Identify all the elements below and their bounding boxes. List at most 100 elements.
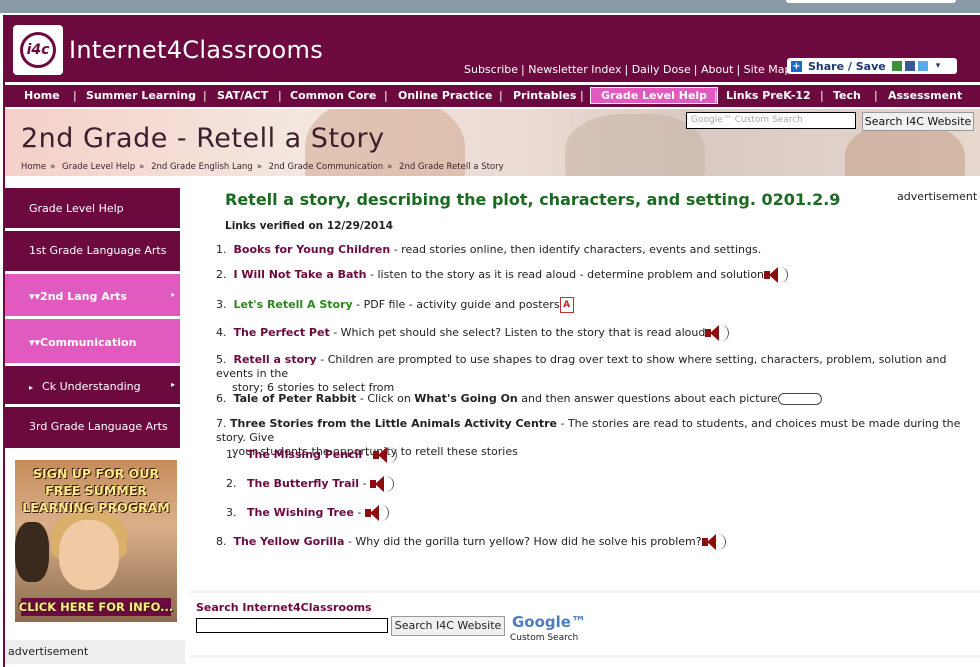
- custom-search-input[interactable]: Google™ Custom Search: [686, 112, 856, 129]
- site-name: Internet4Classrooms: [69, 36, 323, 64]
- subscribe-link[interactable]: Subscribe: [464, 63, 518, 76]
- sidebar-item-label: 2nd Lang Arts: [40, 290, 127, 303]
- ad-line: LEARNING PROGRAM: [22, 500, 170, 515]
- search-button[interactable]: Search I4C Website: [862, 112, 974, 131]
- sidebar-item-3rd-grade[interactable]: 3rd Grade Language Arts: [5, 407, 180, 448]
- nav-tech[interactable]: Tech: [833, 89, 861, 102]
- sidebar: Grade Level Help 1st Grade Language Arts…: [5, 188, 180, 451]
- resource-link[interactable]: Tale of Peter Rabbit: [234, 392, 357, 405]
- list-item: 4. The Perfect Pet - Which pet should sh…: [216, 324, 730, 342]
- sidebar-item-label: 3rd Grade Language Arts: [29, 420, 168, 433]
- daily-dose-link[interactable]: Daily Dose: [632, 63, 691, 76]
- page-title: 2nd Grade - Retell a Story: [21, 123, 385, 154]
- sidebar-item-label: Grade Level Help: [29, 202, 124, 215]
- breadcrumb-sep: »: [139, 162, 145, 172]
- google-logo: Google™: [512, 613, 586, 631]
- top-strip-tab: [786, 0, 956, 3]
- breadcrumb-sep: »: [50, 162, 56, 172]
- sidebar-item-2nd-lang-arts[interactable]: ▾▾2nd Lang Arts ▸: [5, 274, 180, 316]
- content-heading: Retell a story, describing the plot, cha…: [225, 190, 841, 209]
- ad-cta: CLICK HERE FOR INFO...: [18, 600, 174, 614]
- expand-icon: ▾▾: [29, 290, 41, 303]
- nav-links-prek-12[interactable]: Links PreK-12: [726, 89, 811, 102]
- left-advertisement: advertisement: [5, 640, 185, 664]
- breadcrumb-grade-level-help[interactable]: Grade Level Help: [62, 162, 135, 172]
- nav-grade-level-help[interactable]: Grade Level Help: [590, 87, 719, 104]
- nav-summer-learning[interactable]: Summer Learning: [86, 89, 196, 102]
- nav-home[interactable]: Home: [24, 89, 60, 102]
- plus-icon: +: [791, 60, 802, 72]
- page-banner: 2nd Grade - Retell a Story Home » Grade L…: [5, 109, 980, 176]
- story-link[interactable]: The Butterfly Trail: [247, 477, 359, 490]
- sidebar-item-ck-understanding[interactable]: ▸ Ck Understanding ▸: [5, 366, 180, 404]
- list-item: 2. I Will Not Take a Bath - listen to th…: [216, 266, 789, 284]
- nav-common-core[interactable]: Common Core: [290, 89, 376, 102]
- custom-search-label: Custom Search: [510, 633, 579, 643]
- ad-line: SIGN UP FOR OUR: [33, 466, 159, 481]
- sub-list-item: 2. The Butterfly Trail -: [226, 475, 395, 493]
- list-item: 8. The Yellow Gorilla - Why did the gori…: [216, 533, 726, 551]
- banner-photo: [845, 124, 965, 176]
- audio-speaker-icon: [363, 504, 389, 522]
- sub-list-item: 1. The Missing Pencil -: [226, 446, 398, 464]
- expand-icon: ▾▾: [29, 336, 41, 349]
- pdf-icon: A: [559, 297, 574, 313]
- nav-printables[interactable]: Printables: [513, 89, 576, 102]
- resource-link[interactable]: Retell a story: [234, 353, 317, 366]
- resource-link[interactable]: The Yellow Gorilla: [234, 535, 345, 548]
- ad-line: FREE SUMMER: [45, 483, 147, 498]
- breadcrumb-sep: »: [256, 162, 262, 172]
- site-logo[interactable]: i4c Internet4Classrooms: [13, 25, 323, 75]
- breadcrumb-communication[interactable]: 2nd Grade Communication: [269, 162, 384, 172]
- cd-audio-icon: [777, 393, 822, 405]
- resource-link[interactable]: I Will Not Take a Bath: [234, 268, 367, 281]
- newsletter-link[interactable]: Newsletter Index: [528, 63, 621, 76]
- audio-speaker-icon: [700, 533, 726, 551]
- nav-online-practice[interactable]: Online Practice: [398, 89, 492, 102]
- breadcrumb: Home » Grade Level Help » 2nd Grade Englis…: [21, 162, 508, 172]
- share-save-button[interactable]: + Share / Save ▾: [787, 58, 957, 74]
- story-link[interactable]: The Wishing Tree: [247, 506, 354, 519]
- ad-photo-girl: [59, 520, 119, 590]
- right-advertisement: advertisement: [897, 190, 978, 203]
- list-item: 5. Retell a story - Children are prompte…: [216, 353, 947, 394]
- sidebar-item-label: Ck Understanding: [42, 380, 141, 393]
- sidebar-item-grade-level-help[interactable]: Grade Level Help: [5, 188, 180, 228]
- facebook-icon: [904, 61, 915, 71]
- list-item: 3. Let's Retell A Story - PDF file - act…: [216, 297, 574, 313]
- bottom-divider: [190, 655, 980, 667]
- main-nav: Home | Summer Learning | SAT/ACT | Commo…: [5, 85, 980, 107]
- chevron-right-icon: ▸: [170, 380, 175, 389]
- resource-link[interactable]: Books for Young Children: [234, 243, 391, 256]
- story-link[interactable]: The Missing Pencil: [247, 448, 362, 461]
- audio-speaker-icon: [762, 266, 789, 284]
- nav-assessment[interactable]: Assessment: [888, 89, 962, 102]
- list-item: 1. Books for Young Children - read stori…: [216, 243, 762, 256]
- email-share-icon: [891, 61, 902, 71]
- breadcrumb-current: 2nd Grade Retell a Story: [399, 162, 504, 172]
- nav-sat-act[interactable]: SAT/ACT: [217, 89, 268, 102]
- share-label: Share / Save: [808, 59, 886, 73]
- footer-search-button[interactable]: Search I4C Website: [391, 616, 505, 636]
- about-link[interactable]: About: [701, 63, 734, 76]
- verified-date: Links verified on 12/29/2014: [225, 220, 393, 232]
- sidebar-item-1st-grade[interactable]: 1st Grade Language Arts: [5, 231, 180, 271]
- resource-link[interactable]: Let's Retell A Story: [234, 298, 353, 311]
- footer-search-input[interactable]: [196, 618, 388, 633]
- browser-top-strip: [0, 0, 980, 13]
- chevron-down-icon: ▾: [935, 61, 941, 71]
- top-links: Subscribe | Newsletter Index | Daily Dose |…: [464, 63, 792, 76]
- breadcrumb-english-lang[interactable]: 2nd Grade English Lang: [151, 162, 253, 172]
- chevron-right-icon: ▸: [29, 383, 34, 392]
- site-map-link[interactable]: Site Map: [744, 63, 792, 76]
- breadcrumb-home[interactable]: Home: [21, 162, 46, 172]
- summer-program-ad[interactable]: SIGN UP FOR OUR FREE SUMMER LEARNING PRO…: [15, 460, 177, 622]
- audio-speaker-icon: [368, 475, 395, 493]
- sidebar-item-communication[interactable]: ▾▾Communication: [5, 319, 180, 363]
- resource-link[interactable]: The Perfect Pet: [234, 326, 330, 339]
- resource-link[interactable]: Three Stories from the Little Animals Ac…: [230, 417, 557, 430]
- audio-speaker-icon: [703, 324, 730, 342]
- audio-speaker-icon: [371, 446, 398, 464]
- list-item: 6. Tale of Peter Rabbit - Click on What'…: [216, 392, 822, 406]
- sidebar-item-label: Communication: [40, 336, 137, 349]
